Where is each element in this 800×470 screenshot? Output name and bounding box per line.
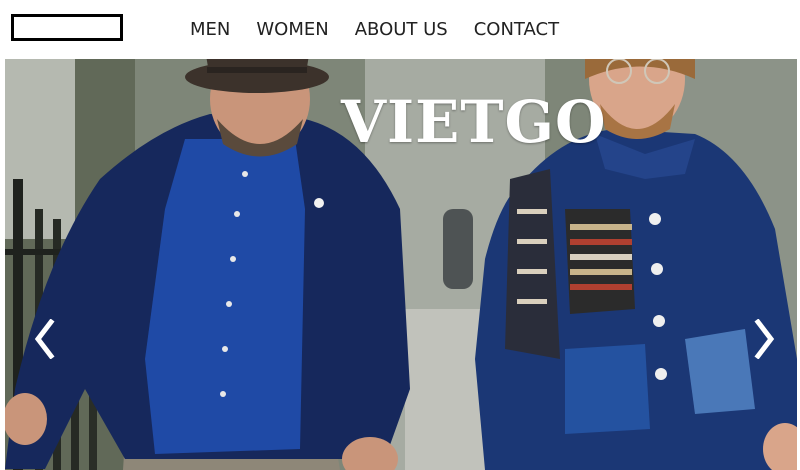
- chevron-right-icon: [754, 319, 776, 359]
- nav-item-women[interactable]: WOMEN: [256, 19, 328, 40]
- nav-item-men[interactable]: MEN: [190, 19, 230, 40]
- hero-title: VIETGO: [341, 88, 607, 156]
- page: MEN WOMEN ABOUT US CONTACT VIETGO: [0, 0, 800, 470]
- nav-item-about-us[interactable]: ABOUT US: [355, 19, 448, 40]
- carousel-prev-button[interactable]: [27, 313, 61, 365]
- carousel-next-button[interactable]: [748, 313, 782, 365]
- main-nav: MEN WOMEN ABOUT US CONTACT: [190, 16, 585, 42]
- hero-carousel: VIETGO: [5, 59, 797, 470]
- nav-item-contact[interactable]: CONTACT: [474, 19, 559, 40]
- site-header: MEN WOMEN ABOUT US CONTACT: [0, 0, 800, 58]
- chevron-left-icon: [33, 319, 55, 359]
- logo-placeholder[interactable]: [11, 14, 123, 41]
